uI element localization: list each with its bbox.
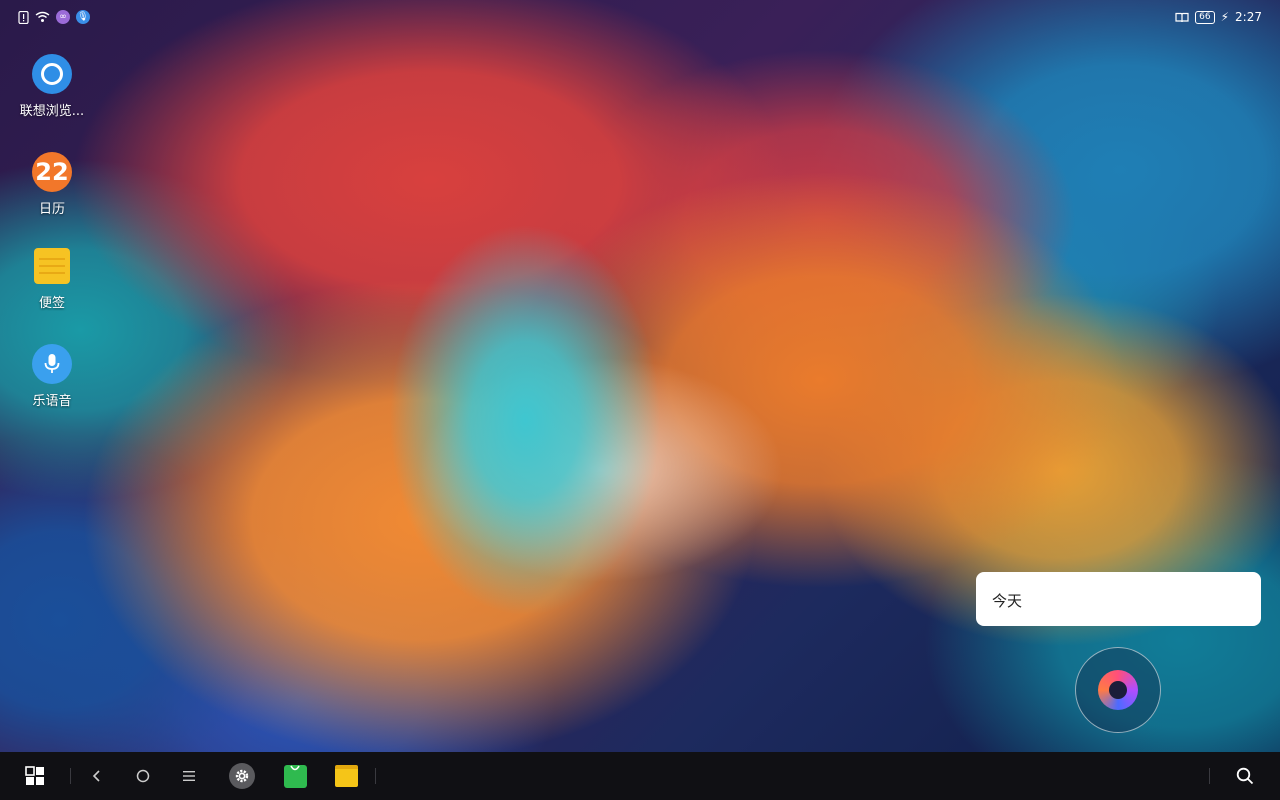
search-button[interactable] <box>1234 764 1256 788</box>
battery-indicator: 66 <box>1195 10 1215 24</box>
status-right: 66 ⚡ 2:27 <box>1175 10 1262 24</box>
taskbar-divider <box>375 768 376 784</box>
mic-indicator-icon: 🎙 <box>76 10 90 24</box>
charging-icon: ⚡ <box>1220 10 1230 24</box>
assistant-button[interactable] <box>1075 647 1161 733</box>
wallpaper <box>0 0 1280 752</box>
clock: 2:27 <box>1235 10 1262 24</box>
desktop-icon-label: 便签 <box>38 296 65 311</box>
menu-icon <box>183 771 195 781</box>
desktop-icon-calendar[interactable]: 22 日历 <box>14 152 90 217</box>
notes-icon <box>34 248 70 284</box>
back-icon <box>92 770 100 782</box>
start-button[interactable] <box>24 764 46 788</box>
desktop-icon-label: 联想浏览... <box>19 104 85 119</box>
taskbar-app-settings[interactable] <box>229 763 255 789</box>
files-icon <box>334 765 358 787</box>
taskbar-divider <box>70 768 71 784</box>
store-icon <box>283 764 307 788</box>
home-button[interactable] <box>132 764 154 788</box>
taskbar-divider <box>1209 768 1210 784</box>
desktop-icon-notes[interactable]: 便签 <box>14 248 90 311</box>
status-bar: ∞ 🎙 66 ⚡ 2:27 <box>0 0 1280 36</box>
settings-icon <box>229 763 255 789</box>
status-left-icons: ∞ 🎙 <box>18 10 90 24</box>
back-button[interactable] <box>86 764 108 788</box>
taskbar <box>0 752 1280 800</box>
home-icon <box>136 769 150 783</box>
start-icon <box>25 766 44 785</box>
reading-mode-icon <box>1175 12 1189 22</box>
desktop-icon-voice[interactable]: 乐语音 <box>14 344 90 409</box>
assistant-icon <box>1098 670 1138 710</box>
calendar-icon: 22 <box>32 152 72 192</box>
alert-icon <box>18 10 29 24</box>
desktop-icon-label: 日历 <box>38 202 65 217</box>
taskbar-app-files[interactable] <box>334 764 358 788</box>
taskbar-app-store[interactable] <box>283 764 307 788</box>
desktop-icon-browser[interactable]: 联想浏览... <box>14 54 90 119</box>
microphone-icon <box>32 344 72 384</box>
today-label: 今天 <box>992 592 1023 610</box>
wifi-icon <box>35 11 50 22</box>
today-card[interactable]: 今天 <box>976 572 1261 626</box>
recents-button[interactable] <box>178 764 200 788</box>
desktop-icon-label: 乐语音 <box>32 394 72 409</box>
search-icon <box>1236 767 1254 785</box>
link-icon: ∞ <box>56 10 70 24</box>
browser-icon <box>32 54 72 94</box>
